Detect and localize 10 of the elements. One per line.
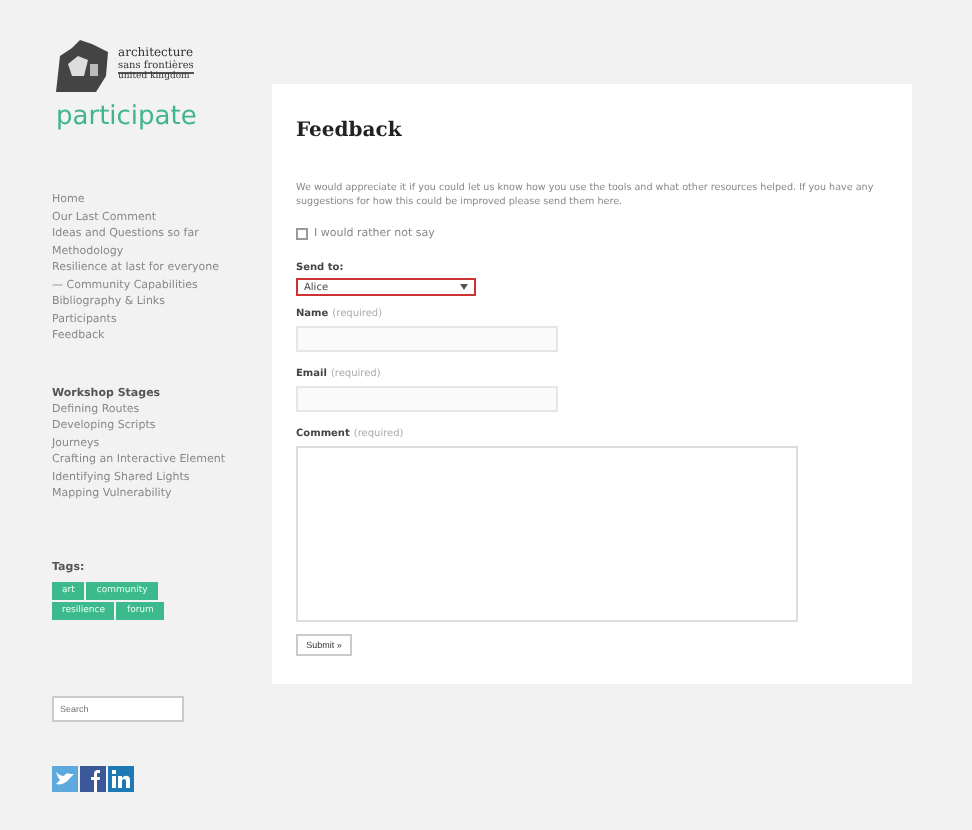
linkedin-icon[interactable] (108, 765, 134, 791)
facebook-icon[interactable] (80, 765, 106, 791)
checkbox[interactable] (296, 228, 308, 240)
site-tagline: participate (56, 102, 199, 132)
input-field[interactable] (296, 326, 558, 352)
caret-icon (460, 284, 468, 290)
page-title: Feedback (296, 120, 404, 142)
comment-field[interactable] (296, 446, 798, 622)
building-logo-icon (52, 36, 112, 96)
input-field[interactable] (296, 386, 558, 412)
